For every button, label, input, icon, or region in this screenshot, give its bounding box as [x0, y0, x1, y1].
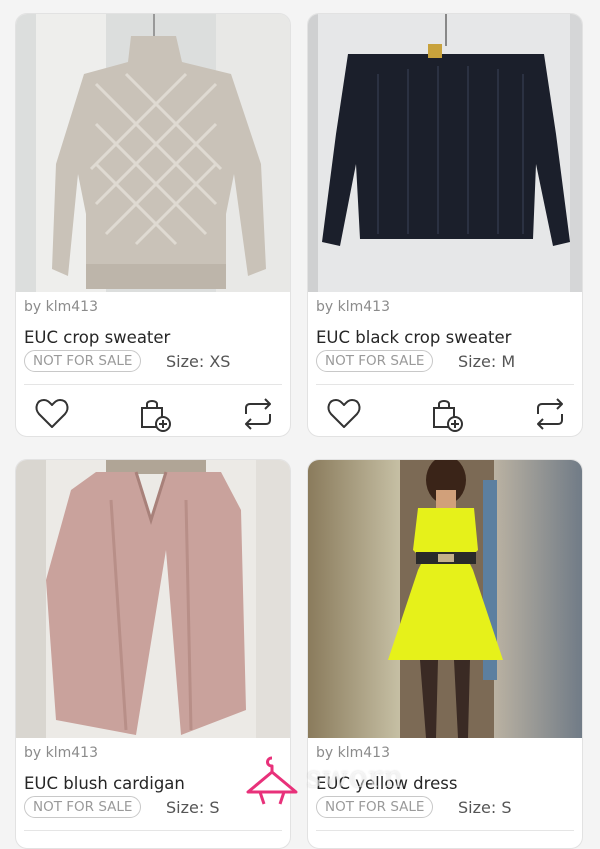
divider	[24, 830, 282, 831]
trade-button[interactable]	[530, 394, 570, 434]
size-label: Size: S	[166, 798, 220, 817]
listing-card[interactable]: by klm413 EUC yellow dress NOT FOR SALE …	[307, 459, 583, 849]
seller-name[interactable]: by klm413	[24, 745, 98, 761]
size-label: Size: S	[458, 798, 512, 817]
seller-name[interactable]: by klm413	[316, 745, 390, 761]
divider	[24, 384, 282, 385]
status-badge: NOT FOR SALE	[24, 796, 142, 818]
like-button[interactable]	[32, 394, 72, 434]
product-photo[interactable]	[16, 14, 290, 292]
seller-name[interactable]: by klm413	[316, 299, 390, 315]
status-badge: NOT FOR SALE	[316, 350, 434, 372]
card-actions	[16, 394, 290, 434]
status-badge: NOT FOR SALE	[316, 796, 434, 818]
add-to-bag-button[interactable]	[134, 394, 174, 434]
add-to-bag-button[interactable]	[426, 394, 466, 434]
product-photo[interactable]	[308, 460, 582, 738]
product-photo[interactable]	[16, 460, 290, 738]
trade-button[interactable]	[238, 394, 278, 434]
listing-title[interactable]: EUC black crop sweater	[316, 328, 511, 347]
product-photo[interactable]	[308, 14, 582, 292]
listing-title[interactable]: EUC blush cardigan	[24, 774, 185, 793]
heart-icon	[327, 399, 361, 428]
size-label: Size: M	[458, 352, 516, 371]
listing-card[interactable]: by klm413 EUC black crop sweater NOT FOR…	[307, 13, 583, 437]
like-button[interactable]	[324, 394, 364, 434]
bag-plus-icon	[433, 400, 463, 432]
card-actions	[308, 394, 582, 434]
swap-arrows-icon	[245, 398, 271, 430]
heart-icon	[35, 399, 69, 428]
divider	[316, 830, 574, 831]
seller-name[interactable]: by klm413	[24, 299, 98, 315]
divider	[316, 384, 574, 385]
size-label: Size: XS	[166, 352, 231, 371]
listing-card[interactable]: by klm413 EUC crop sweater NOT FOR SALE …	[15, 13, 291, 437]
listing-title[interactable]: EUC yellow dress	[316, 774, 457, 793]
listing-title[interactable]: EUC crop sweater	[24, 328, 170, 347]
swap-arrows-icon	[537, 398, 563, 430]
status-badge: NOT FOR SALE	[24, 350, 142, 372]
bag-plus-icon	[141, 400, 171, 432]
listing-card[interactable]: by klm413 EUC blush cardigan NOT FOR SAL…	[15, 459, 291, 849]
